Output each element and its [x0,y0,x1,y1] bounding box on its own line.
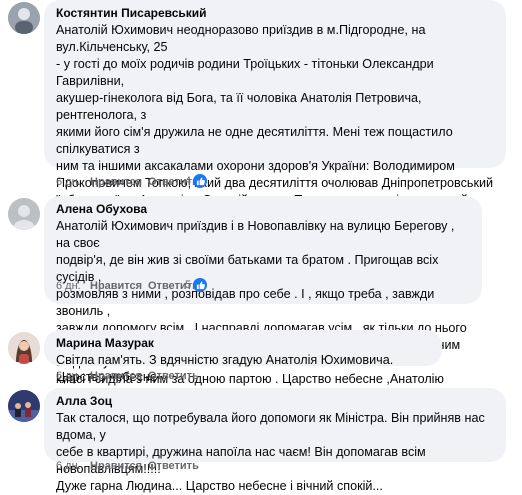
like-button[interactable]: Нравится [90,278,142,294]
avatar-photo-icon [8,390,40,422]
avatar-photo-icon [8,2,40,34]
comment-time[interactable]: 6 дн. [56,458,81,474]
comment-time[interactable]: 6 дн. [56,278,81,294]
reply-button[interactable]: Ответить [148,458,199,474]
comment-time[interactable]: 6 дн. [56,174,81,190]
reaction-count[interactable]: 5 [185,278,208,292]
avatar[interactable] [8,390,40,422]
comment-author[interactable]: Костянтин Писаревський [56,6,494,21]
reply-button[interactable]: Ответить [148,368,199,384]
reaction-number: 4 [185,175,192,187]
default-avatar-icon [8,198,40,230]
comment-author[interactable]: Алла Зоц [56,394,494,409]
comment-author[interactable]: Марина Мазурак [56,336,430,351]
avatar[interactable] [8,332,40,364]
like-button[interactable]: Нравится [90,458,142,474]
like-button[interactable]: Нравится [90,174,142,190]
like-icon [193,278,208,292]
comment-time[interactable]: 6 дн. [56,368,81,384]
comment-author[interactable]: Алена Обухова [56,202,470,217]
reaction-number: 5 [185,279,192,291]
like-button[interactable]: Нравится [90,368,142,384]
comment-text: Так сталося, що потребувала його допомог… [56,411,485,493]
avatar-photo-icon [8,332,40,364]
comment-bubble: Марина Мазурак Світла пам'ять. З вдячніс… [44,330,442,384]
reaction-count[interactable]: 4 [185,174,208,188]
like-icon [193,174,208,188]
avatar[interactable] [8,2,40,34]
avatar[interactable] [8,198,40,230]
comment-bubble: Костянтин Писаревський Анатолій Юхимович… [44,0,506,292]
comment-bubble: Алла Зоц Так сталося, що потребувала йог… [44,388,506,493]
